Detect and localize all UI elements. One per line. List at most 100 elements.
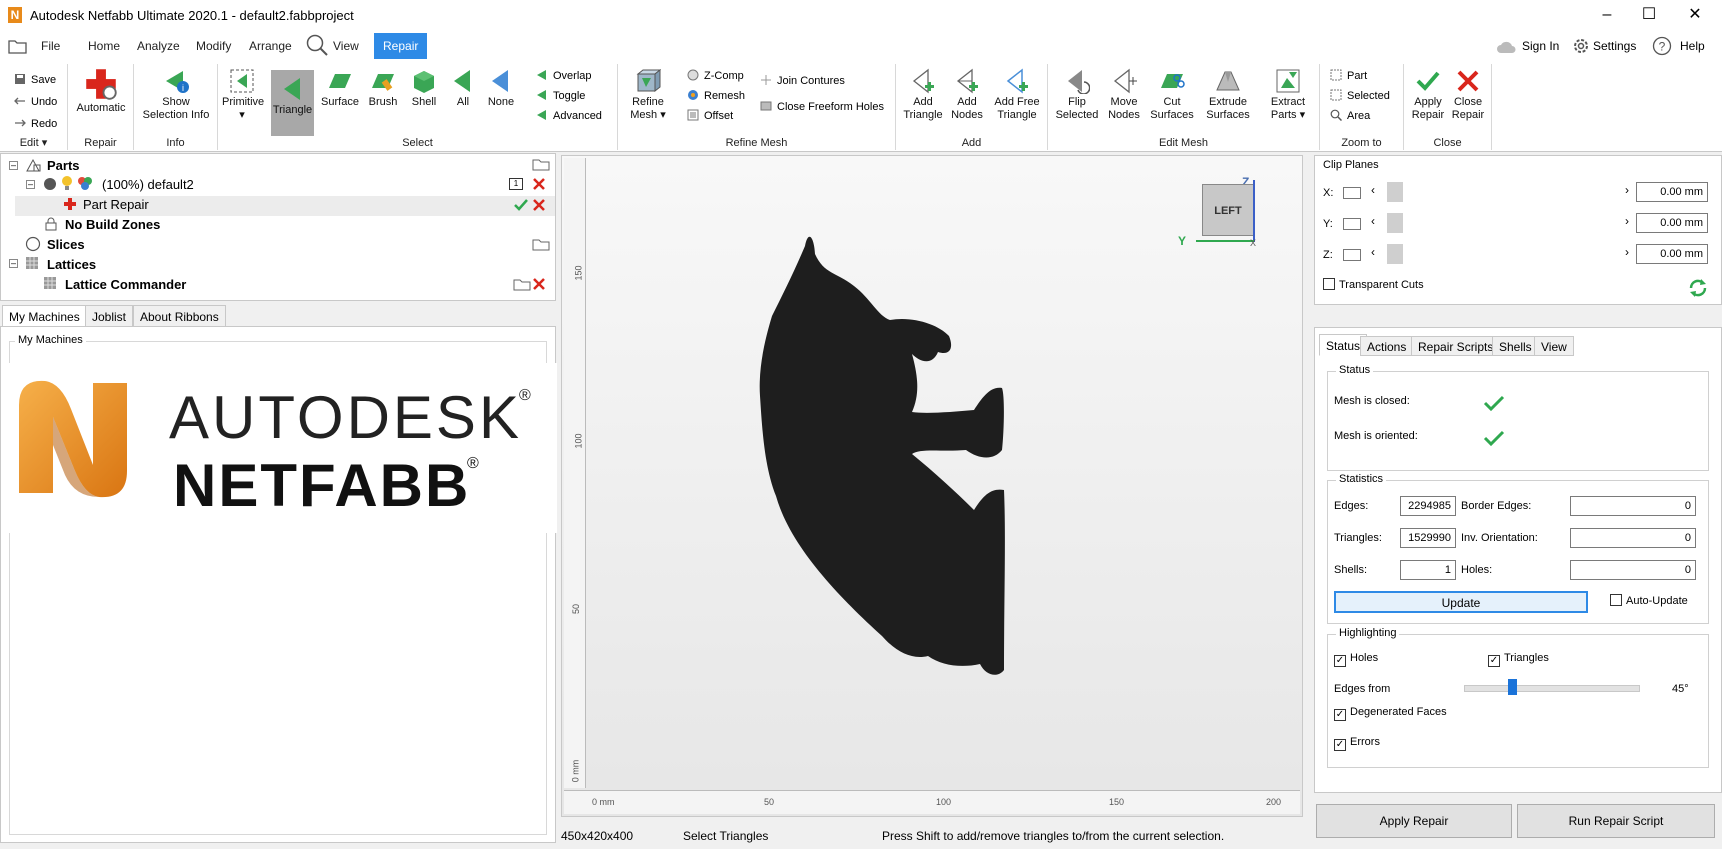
triangles-highlight-box[interactable]: ✓ [1488, 655, 1500, 667]
zoom-area-button[interactable]: Area [1330, 108, 1370, 124]
clip-x-right-arrow[interactable]: › [1625, 183, 1629, 197]
apply-check-icon[interactable] [513, 197, 529, 213]
clip-y-right-arrow[interactable]: › [1625, 214, 1629, 228]
edges-from-slider-thumb[interactable] [1507, 679, 1517, 695]
triangle-select-button[interactable]: Triangle [271, 70, 314, 136]
close-freeform-holes-button[interactable]: Close Freeform Holes [760, 99, 884, 115]
clip-z-left-arrow[interactable]: ‹ [1371, 245, 1375, 259]
tab-actions[interactable]: Actions [1360, 336, 1414, 356]
transparent-cuts-checkbox[interactable]: Transparent Cuts [1323, 278, 1424, 292]
auto-update-box[interactable] [1610, 594, 1622, 606]
clip-y-left-arrow[interactable]: ‹ [1371, 214, 1375, 228]
clip-y-checkbox[interactable] [1343, 218, 1361, 230]
part-default2-node[interactable]: (100%) default2 [102, 176, 194, 194]
default2-collapse-toggle[interactable]: – [26, 180, 35, 189]
clip-x-value[interactable]: 0.00 mm [1636, 182, 1708, 202]
zoom-selected-button[interactable]: Selected [1330, 88, 1390, 104]
clip-z-checkbox[interactable] [1343, 249, 1361, 261]
holes-highlight-box[interactable]: ✓ [1334, 655, 1346, 667]
redo-button[interactable]: Redo [14, 116, 57, 132]
tab-home[interactable]: Home [79, 33, 129, 59]
degenerated-faces-checkbox[interactable]: ✓ Degenerated Faces [1334, 705, 1447, 721]
settings-link[interactable]: Settings [1593, 33, 1636, 59]
select-none-button[interactable]: None [483, 68, 519, 109]
apply-repair-button[interactable]: Apply Repair [1316, 804, 1512, 838]
clip-x-left-arrow[interactable]: ‹ [1371, 183, 1375, 197]
parts-collapse-toggle[interactable]: – [9, 161, 18, 170]
surface-select-button[interactable]: Surface [319, 68, 361, 109]
slices-node[interactable]: Slices [47, 236, 85, 254]
tab-modify[interactable]: Modify [187, 33, 240, 59]
sign-in-link[interactable]: Sign In [1522, 33, 1559, 59]
clip-y-value[interactable]: 0.00 mm [1636, 213, 1708, 233]
extrude-surfaces-button[interactable]: Extrude Surfaces [1200, 68, 1256, 122]
3d-viewport[interactable]: 150 100 50 0 mm 0 mm 50 100 150 200 Z LE… [561, 155, 1303, 817]
lattice-commander-node[interactable]: Lattice Commander [65, 276, 186, 294]
visibility-dot-icon[interactable] [43, 177, 57, 191]
edit-group-label[interactable]: Edit ▾ [0, 136, 67, 149]
apply-repair-ribbon-button[interactable]: Apply Repair [1408, 68, 1448, 122]
parts-node[interactable]: Parts [47, 157, 80, 175]
minimize-button[interactable]: – [1584, 0, 1630, 30]
tab-shells[interactable]: Shells [1492, 336, 1539, 356]
tab-joblist[interactable]: Joblist [85, 305, 134, 327]
clip-z-slider[interactable] [1387, 244, 1403, 264]
run-repair-script-button[interactable]: Run Repair Script [1517, 804, 1715, 838]
remove-part-icon[interactable] [531, 176, 547, 192]
tab-repair-scripts[interactable]: Repair Scripts [1411, 336, 1501, 356]
advanced-button[interactable]: Advanced [536, 108, 602, 124]
clip-z-right-arrow[interactable]: › [1625, 245, 1629, 259]
tab-view-right[interactable]: View [1534, 336, 1574, 356]
tab-view[interactable]: View [324, 33, 368, 59]
view-cube-face[interactable]: LEFT [1202, 184, 1254, 236]
select-all-button[interactable]: All [446, 68, 480, 109]
offset-button[interactable]: Offset [687, 108, 733, 124]
clip-x-slider[interactable] [1387, 182, 1403, 202]
save-button[interactable]: Save [14, 72, 56, 88]
add-nodes-button[interactable]: Add Nodes [946, 68, 988, 122]
remesh-button[interactable]: Remesh [687, 88, 745, 104]
edges-from-slider-track[interactable] [1464, 685, 1640, 692]
add-triangle-button[interactable]: Add Triangle [900, 68, 946, 122]
tab-repair[interactable]: Repair [374, 33, 428, 59]
undo-button[interactable]: Undo [14, 94, 57, 110]
open-folder-icon[interactable] [532, 157, 550, 171]
maximize-button[interactable]: ☐ [1626, 0, 1672, 30]
join-contures-button[interactable]: Join Contures [760, 73, 845, 89]
discard-repair-icon[interactable] [531, 197, 547, 213]
color-palette-icon[interactable] [77, 175, 93, 191]
transparent-cuts-box[interactable] [1323, 278, 1335, 290]
part-repair-node[interactable]: Part Repair [83, 196, 149, 214]
auto-update-checkbox[interactable]: Auto-Update [1610, 594, 1688, 608]
open-folder-icon[interactable] [8, 38, 28, 54]
move-nodes-button[interactable]: Move Nodes [1104, 68, 1144, 122]
open-folder-icon[interactable] [532, 237, 550, 251]
update-button[interactable]: Update [1334, 591, 1588, 613]
primitive-select-button[interactable]: Primitive ▾ [222, 68, 264, 122]
close-repair-button[interactable]: Close Repair [1448, 68, 1488, 122]
remove-lattice-icon[interactable] [531, 276, 547, 292]
extract-parts-button[interactable]: Extract Parts ▾ [1260, 68, 1316, 122]
tab-my-machines[interactable]: My Machines [2, 305, 87, 327]
triangles-highlight-checkbox[interactable]: ✓ Triangles [1488, 651, 1549, 667]
refresh-icon[interactable] [1687, 278, 1709, 298]
z-comp-button[interactable]: Z-Comp [687, 68, 744, 84]
automatic-repair-button[interactable]: Automatic [74, 68, 128, 115]
tab-analyze[interactable]: Analyze [128, 33, 189, 59]
errors-checkbox[interactable]: ✓ Errors [1334, 735, 1380, 751]
help-icon[interactable]: ? [1652, 36, 1672, 56]
help-link[interactable]: Help [1680, 33, 1705, 59]
zoom-part-button[interactable]: Part [1330, 68, 1367, 84]
tab-file[interactable]: File [32, 33, 69, 59]
refine-mesh-button[interactable]: Refine Mesh ▾ [624, 68, 672, 122]
overlap-button[interactable]: Overlap [536, 68, 592, 84]
brush-select-button[interactable]: Brush [364, 68, 402, 109]
errors-box[interactable]: ✓ [1334, 739, 1346, 751]
lightbulb-icon[interactable] [61, 175, 73, 191]
flip-selected-button[interactable]: Flip Selected [1054, 68, 1100, 122]
shell-select-button[interactable]: Shell [405, 68, 443, 109]
clip-z-value[interactable]: 0.00 mm [1636, 244, 1708, 264]
gear-icon[interactable] [1572, 37, 1590, 55]
view-cube[interactable]: Z LEFT Y X [1178, 175, 1306, 250]
add-free-triangle-button[interactable]: Add Free Triangle [990, 68, 1044, 122]
